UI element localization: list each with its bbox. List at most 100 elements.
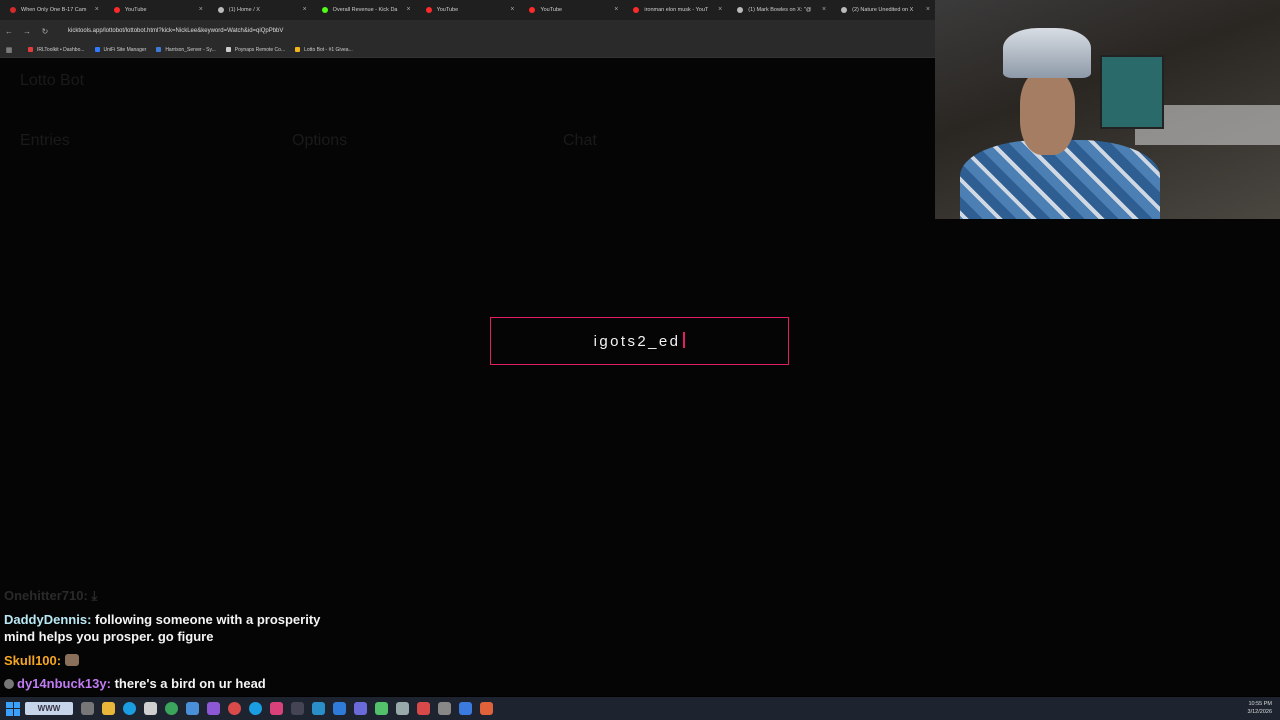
tab-label: (2) Nature Unedited on X (852, 7, 914, 13)
tab-favicon-icon (841, 7, 848, 13)
clock-date: 3/12/2026 (1247, 709, 1272, 715)
tab-favicon-icon (529, 7, 536, 13)
bookmark-item[interactable]: Harrison_Server - Sy... (156, 46, 216, 53)
app-icon[interactable] (375, 702, 388, 715)
tab-close-icon[interactable]: × (510, 6, 514, 13)
store-icon[interactable] (144, 702, 157, 715)
app-icon[interactable] (270, 702, 283, 715)
chat-message: dy14nbuck13y: there's a bird on ur head (4, 675, 344, 692)
app-icon[interactable] (228, 702, 241, 715)
tab-label: ironman elon musk - YouT (644, 7, 709, 13)
winner-name: igots2_ed (594, 332, 686, 350)
chat-message: Skull100: (4, 652, 344, 669)
tab-close-icon[interactable]: × (199, 6, 203, 13)
apps-icon[interactable]: ▦ (0, 46, 18, 54)
edge-icon[interactable] (123, 702, 136, 715)
tab-favicon-icon (113, 7, 120, 13)
bookmarks-bar: ▦ IRLToolkit • Dashbo... UniFi Site Manag… (0, 42, 935, 58)
file-explorer-icon[interactable] (102, 702, 115, 715)
app-icon[interactable] (291, 702, 304, 715)
browser-tab[interactable]: YouTube × (104, 0, 208, 20)
bookmark-favicon-icon (156, 47, 162, 52)
task-view-icon[interactable] (81, 702, 94, 715)
app-icon[interactable] (186, 702, 199, 715)
back-icon[interactable]: ← (0, 27, 18, 36)
section-chat-heading: Chat (563, 132, 597, 149)
emote-icon (64, 654, 79, 666)
browser-tab[interactable]: (2) Nature Unedited on X × (831, 0, 935, 20)
tab-label: Overall Revenue - Kick Da (332, 7, 398, 13)
app-icon[interactable] (354, 702, 367, 715)
chat-text: there's a bird on ur head (114, 676, 266, 691)
tab-close-icon[interactable]: × (926, 6, 930, 13)
tab-label: (1) Mark Bowles on X: "@ (748, 7, 812, 13)
clock-time: 10:55 PM (1248, 701, 1272, 707)
bookmark-label: Harrison_Server - Sy... (165, 46, 216, 53)
bookmark-label: Lotto Bot - #1 Givea... (304, 46, 353, 53)
chrome-icon[interactable] (165, 702, 178, 715)
browser-tab[interactable]: (1) Mark Bowles on X: "@ × (727, 0, 831, 20)
chat-username: Skull100: (4, 653, 62, 668)
app-icon[interactable] (249, 702, 262, 715)
tab-favicon-icon (10, 7, 16, 13)
taskbar-search[interactable]: WWW (25, 702, 73, 715)
browser-tab-bar: When Only One B-17 Cam × YouTube × (1) Home … (0, 0, 935, 20)
tab-close-icon[interactable]: × (822, 6, 826, 13)
streamer-head-shape (1020, 70, 1075, 155)
section-options-heading: Options (292, 132, 348, 149)
tab-favicon-icon (633, 7, 640, 13)
browser-tab[interactable]: YouTube × (416, 0, 520, 20)
tab-favicon-icon (425, 7, 432, 13)
winner-modal: igots2_ed (490, 317, 789, 365)
tab-close-icon[interactable]: × (614, 6, 618, 13)
reload-icon[interactable]: ↻ (36, 27, 54, 36)
upload-icon: ⤓ (91, 588, 98, 603)
webcam-overlay (935, 0, 1280, 219)
bookmark-favicon-icon (28, 47, 33, 52)
tab-label: YouTube (540, 7, 563, 13)
app-icon[interactable] (438, 702, 451, 715)
chat-message: DaddyDennis: following someone with a pr… (4, 611, 344, 645)
shelf-shape (1100, 55, 1164, 129)
browser-tab[interactable]: ironman elon musk - YouT × (623, 0, 727, 20)
streamer-hat-shape (1003, 28, 1091, 78)
tab-label: YouTube (436, 7, 459, 13)
bookmark-item[interactable]: UniFi Site Manager (94, 47, 146, 53)
app-icon[interactable] (396, 702, 409, 715)
bookmark-label: Poynaps Remote Co... (234, 46, 286, 53)
chat-username: Onehitter710: (4, 588, 88, 603)
bookmark-favicon-icon (94, 47, 100, 52)
bookmark-label: IRLToolkit • Dashbo... (37, 46, 85, 53)
bookmark-item[interactable]: Lotto Bot - #1 Givea... (295, 47, 353, 53)
bookmark-item[interactable]: Poynaps Remote Co... (225, 46, 286, 53)
bookmark-item[interactable]: IRLToolkit • Dashbo... (28, 47, 85, 53)
browser-tab[interactable]: (1) Home / X × (208, 0, 312, 20)
browser-tab[interactable]: YouTube × (519, 0, 623, 20)
app-icon[interactable] (417, 702, 430, 715)
tab-label: (1) Home / X (228, 7, 260, 13)
app-icon[interactable] (480, 702, 493, 715)
tab-close-icon[interactable]: × (718, 6, 722, 13)
user-badge-icon (4, 679, 14, 689)
tab-close-icon[interactable]: × (406, 6, 410, 13)
section-entries-heading: Entries (20, 132, 70, 149)
page-title: Lotto Bot (20, 72, 85, 89)
tab-label: YouTube (124, 7, 147, 13)
browser-tab[interactable]: Overall Revenue - Kick Da × (312, 0, 416, 20)
taskbar-clock[interactable]: 10:55 PM 3/12/2026 (1248, 700, 1272, 716)
tab-close-icon[interactable]: × (303, 6, 307, 13)
tab-favicon-icon (217, 7, 224, 13)
app-icon[interactable] (459, 702, 472, 715)
forward-icon[interactable]: → (18, 27, 36, 36)
browser-tab[interactable]: When Only One B-17 Cam × (0, 0, 104, 20)
app-icon[interactable] (207, 702, 220, 715)
url-field[interactable]: kicktools.app/lottobot/lottobot.html?kic… (68, 28, 283, 34)
app-icon[interactable] (312, 702, 325, 715)
app-icon[interactable] (333, 702, 346, 715)
tab-favicon-icon (737, 7, 744, 13)
tab-close-icon[interactable]: × (95, 6, 99, 13)
bookmark-favicon-icon (225, 47, 231, 52)
windows-start-icon[interactable] (6, 701, 20, 716)
tab-favicon-icon (321, 7, 328, 13)
chat-message: Onehitter710: ⤓ (4, 587, 344, 604)
